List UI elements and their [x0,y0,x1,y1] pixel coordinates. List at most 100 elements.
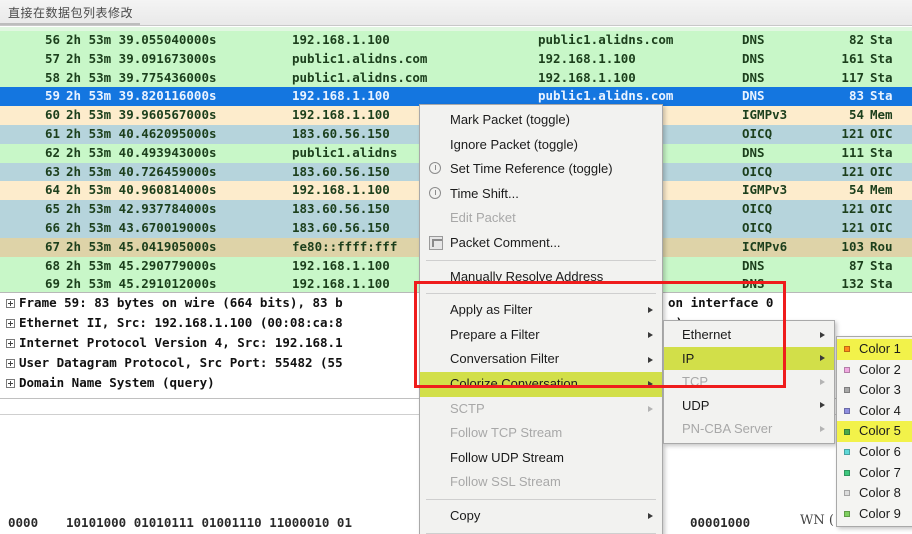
packet-protocol: OICQ [742,201,773,217]
menu-item-label: Prepare a Filter [450,326,540,342]
packet-source: 183.60.56.150 [292,163,390,179]
packet-time: 2h 53m 40.726459000s [66,163,217,179]
packet-time: 2h 53m 39.960567000s [66,107,217,123]
window-title: 直接在数据包列表修改 [8,6,134,20]
expand-icon[interactable] [6,299,15,308]
color-item-color-9[interactable]: Color 9 [837,504,912,525]
packet-no: 58 [44,69,60,85]
color-item-color-3[interactable]: Color 3 [837,380,912,401]
packet-protocol: DNS [742,50,765,66]
menu-item-label: Follow SSL Stream [450,474,561,490]
color-item-label: Color 9 [859,505,901,521]
packet-no: 63 [44,163,60,179]
color-item-label: Color 7 [859,464,901,480]
expand-icon[interactable] [6,339,15,348]
menu-item-sctp: SCTP [420,397,662,422]
submenu-item-udp[interactable]: UDP [664,394,834,418]
packet-row[interactable]: 57 2h 53m 39.091673000s public1.alidns.com… [0,49,912,69]
packet-time: 2h 53m 39.775436000s [66,69,217,85]
packet-time: 2h 53m 39.055040000s [66,32,217,47]
menu-item-manually-resolve-address[interactable]: Manually Resolve Address [420,265,662,290]
color-item-color-6[interactable]: Color 6 [837,442,912,463]
byte-offset: 0000 [8,515,39,530]
color-swatch-icon [844,408,850,415]
submenu-item-label: UDP [682,397,710,413]
menu-item-follow-udp-stream[interactable]: Follow UDP Stream [420,446,662,471]
packet-length: 121 [841,201,864,217]
packet-no: 69 [44,276,60,292]
color-item-color-4[interactable]: Color 4 [837,401,912,422]
menu-item-mark-packet-toggle[interactable]: Mark Packet (toggle) [420,108,662,133]
color-swatch-icon [844,428,850,435]
submenu-arrow-icon [820,378,825,385]
menu-item-ignore-packet-toggle[interactable]: Ignore Packet (toggle) [420,133,662,158]
color-item-color-2[interactable]: Color 2 [837,360,912,381]
packet-time: 2h 53m 42.937784000s [66,201,217,217]
menu-item-packet-comment[interactable]: Packet Comment... [420,231,662,256]
color-swatch-icon [844,366,850,373]
menu-item-label: Follow TCP Stream [450,425,563,441]
color-item-label: Color 8 [859,485,901,501]
packet-detail-text: Ethernet II, Src: 192.168.1.100 (00:08:c… [19,315,343,330]
expand-icon[interactable] [6,319,15,328]
packet-protocol: DNS [742,88,765,104]
packet-row[interactable]: 58 2h 53m 39.775436000s public1.alidns.com… [0,68,912,88]
packet-protocol: OICQ [742,219,773,235]
packet-no: 64 [44,182,60,198]
colorize-conversation-submenu[interactable]: Ethernet IP TCP UDP PN-CBA Server [663,320,835,444]
color-item-color-1[interactable]: Color 1 [837,339,912,360]
packet-info: OIC [870,219,893,235]
packet-source: 183.60.56.150 [292,201,390,217]
submenu-item-ip[interactable]: IP [664,346,834,370]
packet-detail-text: Internet Protocol Version 4, Src: 192.16… [19,335,343,350]
menu-item-copy[interactable]: Copy [420,504,662,529]
menu-item-label: Manually Resolve Address [450,268,604,284]
packet-detail-text: Domain Name System (query) [19,375,215,390]
packet-protocol: OICQ [742,163,773,179]
submenu-arrow-icon [820,425,825,432]
color-item-color-8[interactable]: Color 8 [837,483,912,504]
packet-length: 103 [841,238,864,254]
packet-info: Mem [870,182,893,198]
packet-source: 192.168.1.100 [292,182,390,198]
packet-length: 117 [841,69,864,85]
menu-item-time-shift[interactable]: Time Shift... [420,182,662,207]
menu-item-conversation-filter[interactable]: Conversation Filter [420,347,662,372]
color-item-color-7[interactable]: Color 7 [837,463,912,484]
color-item-color-5[interactable]: Color 5 [837,421,912,442]
clock-icon [429,162,441,175]
packet-time: 2h 53m 39.091673000s [66,50,217,66]
packet-no: 66 [44,219,60,235]
packet-no: 56 [44,32,60,47]
packet-context-menu[interactable]: Mark Packet (toggle) Ignore Packet (toggl… [419,104,663,534]
submenu-item-label: IP [682,350,695,366]
menu-separator [426,259,656,261]
packet-info: OIC [870,163,893,179]
menu-item-label: Edit Packet [450,210,516,226]
menu-item-label: Set Time Reference (toggle) [450,161,613,177]
menu-item-apply-as-filter[interactable]: Apply as Filter [420,298,662,323]
menu-item-label: Ignore Packet (toggle) [450,136,578,152]
packet-protocol: DNS [742,32,765,47]
clock-icon [429,187,441,200]
expand-icon[interactable] [6,359,15,368]
packet-source: public1.alidns.com [292,50,428,66]
wireshark-window: 直接在数据包列表修改 56 2h 53m 39.055040000s 192.168… [0,0,912,534]
submenu-item-ethernet[interactable]: Ethernet [664,323,834,347]
expand-icon[interactable] [6,379,15,388]
packet-source: 183.60.56.150 [292,125,390,141]
packet-no: 57 [44,50,60,66]
menu-item-label: Conversation Filter [450,351,560,367]
packet-no: 60 [44,107,60,123]
color-swatch-icon [844,387,850,394]
menu-item-colorize-conversation[interactable]: Colorize Conversation [420,371,662,397]
menu-item-label: Time Shift... [450,185,519,201]
packet-row[interactable]: 56 2h 53m 39.055040000s 192.168.1.100 publi… [0,31,912,50]
submenu-item-label: Ethernet [682,327,732,342]
menu-item-prepare-a-filter[interactable]: Prepare a Filter [420,323,662,348]
menu-item-set-time-reference-toggle[interactable]: Set Time Reference (toggle) [420,157,662,182]
packet-no: 62 [44,144,60,160]
color-submenu[interactable]: Color 1 Color 2 Color 3 Color 4 Color 5 Color… [836,336,912,528]
submenu-arrow-icon [820,355,825,362]
packet-info: Sta [870,69,893,85]
